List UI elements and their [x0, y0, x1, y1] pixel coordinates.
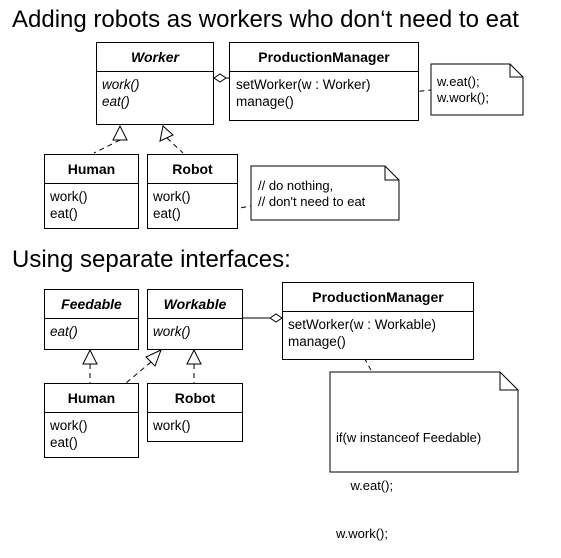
method: setWorker(w : Workable)	[288, 317, 437, 332]
note-line: w.eat();	[336, 478, 394, 493]
human-class: Human work() eat()	[44, 154, 139, 229]
class-methods: work()	[148, 413, 242, 438]
method: eat()	[50, 435, 78, 450]
method: work()	[153, 418, 191, 433]
method: work()	[153, 324, 191, 339]
robot-class: Robot work()	[147, 383, 243, 442]
method: work()	[102, 77, 140, 92]
note-line: w.eat();	[437, 74, 480, 89]
class-name: Feedable	[45, 290, 138, 319]
method: eat()	[102, 94, 130, 109]
method: eat()	[153, 206, 181, 221]
realization-arrowhead	[82, 348, 98, 365]
realization-arrowhead	[186, 348, 202, 365]
note-robot-eat: // do nothing, // don't need to eat	[258, 178, 365, 210]
class-name: ProductionManager	[283, 283, 473, 312]
aggregation-diamond	[213, 73, 227, 83]
method: manage()	[236, 94, 294, 109]
realization-line	[166, 137, 184, 154]
note-manage: w.eat(); w.work();	[437, 74, 489, 106]
class-methods: work() eat()	[148, 184, 237, 226]
class-name: ProductionManager	[230, 43, 418, 72]
robot-class: Robot work() eat()	[147, 154, 238, 229]
realization-arrowhead	[112, 124, 128, 141]
class-methods: work() eat()	[97, 72, 213, 114]
method: eat()	[50, 324, 78, 339]
method: work()	[50, 189, 88, 204]
note-line: w.work();	[336, 526, 388, 541]
worker-class: Worker work() eat()	[96, 42, 214, 125]
production-manager-class: ProductionManager setWorker(w : Workable…	[282, 282, 474, 360]
note-manage: if(w instanceof Feedable) w.eat(); w.wor…	[336, 398, 481, 558]
production-manager-class: ProductionManager setWorker(w : Worker) …	[229, 42, 419, 121]
class-name: Robot	[148, 384, 242, 413]
class-methods: setWorker(w : Worker) manage()	[230, 72, 418, 114]
section-heading-top: Adding robots as workers who don‘t need …	[12, 6, 519, 33]
method: setWorker(w : Worker)	[236, 77, 371, 92]
realization-arrowhead	[159, 125, 174, 142]
realization-arrowhead	[145, 349, 162, 367]
workable-interface: Workable work()	[147, 289, 243, 350]
note-line: w.work();	[437, 90, 489, 105]
class-name: Human	[45, 384, 138, 413]
section-heading-bottom: Using separate interfaces:	[12, 246, 291, 273]
note-line: // do nothing,	[258, 178, 334, 193]
class-methods: setWorker(w : Workable) manage()	[283, 312, 473, 354]
class-name: Workable	[148, 290, 242, 319]
method: work()	[50, 418, 88, 433]
method: work()	[153, 189, 191, 204]
realization-line	[125, 361, 152, 384]
class-name: Human	[45, 155, 138, 184]
class-methods: work() eat()	[45, 413, 138, 455]
method: manage()	[288, 334, 346, 349]
aggregation-diamond	[269, 313, 283, 323]
class-name: Worker	[97, 43, 213, 72]
class-methods: eat()	[45, 319, 138, 344]
note-line: if(w instanceof Feedable)	[336, 430, 482, 445]
human-class: Human work() eat()	[44, 383, 139, 458]
class-methods: work() eat()	[45, 184, 138, 226]
method: eat()	[50, 206, 78, 221]
class-methods: work()	[148, 319, 242, 344]
class-name: Robot	[148, 155, 237, 184]
note-line: // don't need to eat	[258, 194, 366, 209]
feedable-interface: Feedable eat()	[44, 289, 139, 350]
realization-line	[93, 139, 121, 154]
